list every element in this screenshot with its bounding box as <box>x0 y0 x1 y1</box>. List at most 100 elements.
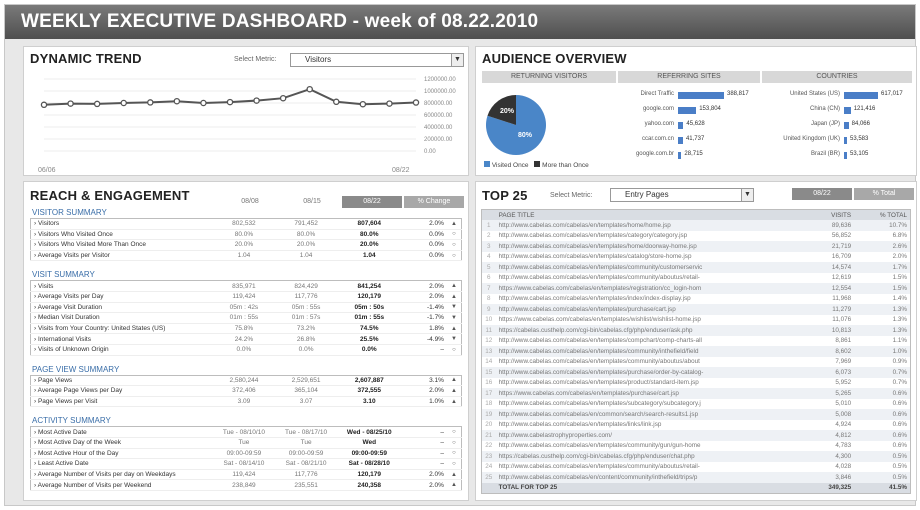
metric-label: › Page Views per Visit <box>34 398 98 406</box>
table-row[interactable]: 21 http://www.cabelastrophyproperties.com… <box>481 430 911 441</box>
table-row[interactable]: 16 http://www.cabelas.com/cabelas/en/temp… <box>482 378 911 389</box>
table-row[interactable]: 10 https://www.cabelas.com/cabelas/en/tem… <box>482 315 911 326</box>
row-visits: 21,719 <box>831 242 852 250</box>
metric-pct-change: 0.0% <box>429 230 444 238</box>
table-row[interactable]: 15 http://www.cabelas.com/cabelas/en/temp… <box>481 367 911 378</box>
row-pct: 0.6% <box>892 410 907 418</box>
row-pct: 0.6% <box>892 389 907 397</box>
y-tick-label: 200000.00 <box>424 137 453 143</box>
bar <box>844 92 878 99</box>
row-pct: 1.3% <box>892 326 907 334</box>
page-url: http://www.cabelas.com/cabelas/en/templa… <box>498 442 701 450</box>
trend-up-icon: ▲ <box>451 471 457 478</box>
table-row[interactable]: 3 http://www.cabelas.com/cabelas/en/templ… <box>481 241 911 252</box>
table-row[interactable]: 18 http://www.cabelas.com/cabelas/en/temp… <box>482 399 911 410</box>
referring-sites-header: REFERRING SITES <box>618 71 760 83</box>
row-visits: 5,008 <box>835 410 852 418</box>
metric-table: › Visits 835,971 824,429 841,254 2.0% ▲ › Aver… <box>30 280 462 356</box>
metric-row: › Most Active Day of the Week Tue Tue Wed – ○ <box>30 437 462 449</box>
metric-current: Sat - 08/28/10 <box>348 460 390 468</box>
metric-label: › Most Active Hour of the Day <box>34 449 119 457</box>
table-row[interactable]: 11 https://cabelas.custhelp.com/cgi-bin/c… <box>481 325 911 336</box>
row-pct: 1.5% <box>892 284 907 292</box>
page-url: http://www.cabelas.com/cabelas/en/templa… <box>498 263 703 271</box>
page-url: http://www.cabelas.com/cabelas/en/templa… <box>498 400 701 408</box>
row-visits: 4,924 <box>835 421 852 429</box>
chevron-down-icon[interactable]: ▼ <box>741 189 753 201</box>
table-row[interactable]: 25 http://www.cabelas.com/cabelas/en/cont… <box>481 472 911 483</box>
row-number: 19 <box>485 410 493 418</box>
table-row[interactable]: 14 http://www.cabelas.com/cabelas/en/temp… <box>482 357 911 368</box>
trend-x-end: 08/22 <box>392 167 410 174</box>
pie-legend: Visited Once More than Once <box>484 161 589 169</box>
metric-current: 1.04 <box>362 252 376 260</box>
trend-metric-select[interactable]: Visitors ▼ <box>290 53 464 67</box>
top25-tab-date[interactable]: 08/22 <box>792 188 852 200</box>
metric-label: › Visitors Who Visited More Than Once <box>34 241 146 249</box>
no-change-icon: ○ <box>452 460 456 467</box>
row-pct: 0.9% <box>892 358 907 366</box>
chevron-down-icon[interactable]: ▼ <box>451 54 463 66</box>
pie-label-more: 20% <box>500 108 515 115</box>
bar-label: google.com <box>642 106 674 112</box>
metric-prev2: Sat - 08/14/10 <box>223 460 265 468</box>
table-row[interactable]: 13 http://www.cabelas.com/cabelas/en/temp… <box>481 346 911 357</box>
metric-prev2: 372,406 <box>232 387 256 395</box>
row-number: 2 <box>487 232 491 240</box>
metric-row: › Average Visits per Visitor 1.04 1.04 1.04… <box>30 250 462 261</box>
trend-data-point <box>279 94 287 102</box>
metric-prev2: 24.2% <box>234 335 254 343</box>
metric-row: › Visitors 802,532 791,452 807,604 2.0% ▲ <box>30 219 462 230</box>
table-row[interactable]: 7 https://www.cabelas.com/cabelas/en/temp… <box>481 283 911 294</box>
row-pct: 1.7% <box>892 263 907 271</box>
row-pct: 2.0% <box>892 253 907 261</box>
top25-tab-total[interactable]: % Total <box>854 188 914 200</box>
table-row[interactable]: 17 https://www.cabelas.com/cabelas/en/tem… <box>481 388 911 399</box>
table-row[interactable]: 8 http://www.cabelas.com/cabelas/en/templ… <box>482 294 911 305</box>
bar <box>844 107 851 114</box>
metric-prev2: 3.09 <box>237 398 251 406</box>
table-row[interactable]: 23 https://cabelas.custhelp.com/cgi-bin/c… <box>481 451 911 462</box>
y-tick-label: 400000.00 <box>424 125 453 131</box>
table-row[interactable]: 12 http://www.cabelas.com/cabelas/en/temp… <box>482 336 911 347</box>
legend-swatch-once <box>484 161 490 167</box>
metric-prev2: 80.0% <box>234 230 254 238</box>
metric-pct-change: 0.0% <box>429 252 444 260</box>
metric-current: 2,607,887 <box>354 376 384 384</box>
y-tick-label: 1000000.00 <box>424 89 456 95</box>
bar-label: Japan (JP) <box>810 121 840 127</box>
table-row[interactable]: 22 http://www.cabelas.com/cabelas/en/temp… <box>482 441 911 452</box>
table-row[interactable]: 4 http://www.cabelas.com/cabelas/en/templ… <box>482 252 911 263</box>
row-visits: 12,554 <box>831 284 852 292</box>
top25-metric-select[interactable]: Entry Pages ▼ <box>610 188 754 202</box>
table-row[interactable]: 5 http://www.cabelas.com/cabelas/en/templ… <box>481 262 911 273</box>
table-row[interactable]: 19 http://www.cabelas.com/cabelas/en/comm… <box>481 409 911 420</box>
reach-col-pct-change: % Change <box>404 196 464 208</box>
metric-current: 120,179 <box>357 471 382 479</box>
table-row[interactable]: 6 http://www.cabelas.com/cabelas/en/templ… <box>482 273 911 284</box>
table-row[interactable]: 9 http://www.cabelas.com/cabelas/en/templ… <box>481 304 911 315</box>
trend-data-point <box>67 100 74 107</box>
row-pct: 0.6% <box>892 400 907 408</box>
metric-prev1: 01m : 57s <box>291 314 321 322</box>
table-row[interactable]: 1 http://www.cabelas.com/cabelas/en/templ… <box>481 220 911 231</box>
metric-pct-change: -4.9% <box>426 335 444 343</box>
metric-label: › Average Visit Duration <box>34 303 103 311</box>
table-row[interactable]: 24 http://www.cabelas.com/cabelas/en/temp… <box>482 462 911 473</box>
table-row[interactable]: 2 http://www.cabelas.com/cabelas/en/templ… <box>482 231 911 242</box>
metric-label: › Average Number of Visits per day on We… <box>34 471 176 479</box>
table-row[interactable]: 20 http://www.cabelas.com/cabelas/en/temp… <box>482 420 911 431</box>
row-pct: 1.1% <box>892 337 907 345</box>
metric-label: › Visits <box>34 282 54 290</box>
metric-prev1: 791,452 <box>294 220 318 228</box>
trend-up-icon: ▲ <box>451 293 457 300</box>
trend-x-start: 06/06 <box>38 167 56 174</box>
page-url: http://www.cabelas.com/cabelas/en/templa… <box>498 347 699 355</box>
bar-label: United States (US) <box>789 91 840 97</box>
row-number: 6 <box>487 274 491 282</box>
row-number: 25 <box>485 473 493 481</box>
metric-label: › Visitors <box>34 220 60 228</box>
row-visits: 16,709 <box>831 253 852 261</box>
row-number: 22 <box>485 442 493 450</box>
row-pct: 6.8% <box>892 232 907 240</box>
